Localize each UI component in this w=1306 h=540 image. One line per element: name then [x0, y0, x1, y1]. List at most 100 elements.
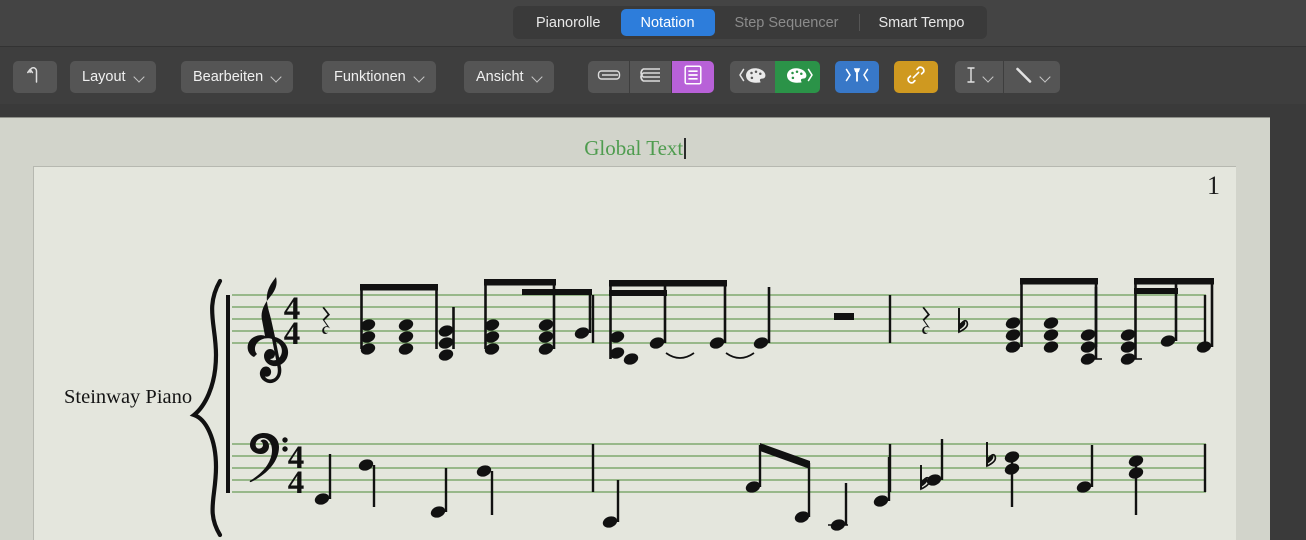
- palette-right-button[interactable]: [775, 61, 820, 93]
- menu-layout[interactable]: Layout: [70, 61, 156, 93]
- beam: [609, 280, 727, 287]
- note: [573, 325, 591, 341]
- bass-staff-lines: [232, 443, 1206, 493]
- note: [752, 335, 770, 351]
- beam: [609, 290, 667, 296]
- editor-tab-group: Pianorolle Notation Step Sequencer Smart…: [513, 6, 988, 39]
- menu-ansicht[interactable]: Ansicht: [464, 61, 554, 93]
- chevron-down-icon: [272, 72, 281, 81]
- note: [872, 493, 890, 509]
- chord: [1042, 315, 1060, 355]
- bass-clef: [249, 433, 288, 483]
- system-barline: [226, 295, 230, 493]
- single-staff-view-icon: [597, 68, 621, 87]
- note: [601, 514, 619, 530]
- chevron-down-icon: [415, 72, 424, 81]
- pencil-line-icon: [1014, 66, 1034, 89]
- svg-text:4: 4: [284, 316, 301, 352]
- quarter-rest: [922, 307, 931, 334]
- menu-ansicht-label: Ansicht: [476, 69, 524, 85]
- editor-tab-bar: Pianorolle Notation Step Sequencer Smart…: [0, 0, 1306, 46]
- chord: [537, 317, 555, 357]
- chord: [1119, 327, 1137, 367]
- solo-focus-button[interactable]: [835, 61, 879, 93]
- show-hide-arrow-button[interactable]: [13, 61, 57, 93]
- half-rest: [834, 313, 854, 320]
- score-canvas[interactable]: Global Text 1 Steinway Piano 4 4 4 4: [0, 117, 1270, 540]
- canvas-right-gutter: [1270, 117, 1306, 540]
- treble-clef: [247, 277, 289, 384]
- notation-rendering[interactable]: 4 4 4 4: [34, 167, 1237, 540]
- note: [475, 463, 493, 479]
- arrow-up-icon: [27, 66, 43, 88]
- flat-accidental: [986, 441, 997, 467]
- bass-measure-1: [313, 454, 494, 520]
- chord: [483, 317, 501, 357]
- link-button[interactable]: [894, 61, 938, 93]
- tab-smart-tempo[interactable]: Smart Tempo: [858, 9, 985, 36]
- note: [357, 457, 375, 473]
- chord: [1079, 327, 1097, 367]
- menu-layout-label: Layout: [82, 69, 126, 85]
- palette-right-icon: [782, 66, 814, 89]
- palette-group: [730, 61, 820, 93]
- page-view-button[interactable]: [672, 61, 714, 93]
- menu-bearbeiten[interactable]: Bearbeiten: [181, 61, 294, 93]
- solo-focus-icon: [842, 65, 872, 89]
- menu-funktionen-label: Funktionen: [334, 69, 406, 85]
- chevron-down-icon: [533, 72, 542, 81]
- beam: [1020, 278, 1098, 285]
- treble-staff-lines: [232, 294, 1206, 344]
- beam: [360, 284, 438, 291]
- beam: [522, 289, 592, 295]
- note: [648, 335, 666, 351]
- text-insertion-caret: [684, 138, 686, 159]
- quarter-rest: [322, 307, 331, 334]
- palette-left-button[interactable]: [730, 61, 775, 93]
- text-tool-button[interactable]: [955, 61, 1004, 93]
- beam: [484, 279, 556, 286]
- pencil-tool-button[interactable]: [1004, 61, 1060, 93]
- note: [429, 504, 447, 520]
- text-cursor-icon: [965, 66, 977, 89]
- multi-staff-view-icon: [639, 66, 662, 89]
- view-mode-segmented-control: [588, 61, 714, 93]
- piano-brace: [189, 278, 223, 538]
- score-page[interactable]: 1 Steinway Piano 4 4 4 4: [33, 166, 1236, 540]
- tab-step-sequencer[interactable]: Step Sequencer: [715, 9, 859, 36]
- note: [1159, 333, 1177, 349]
- chevron-down-icon: [984, 72, 993, 81]
- score-editor-window: Pianorolle Notation Step Sequencer Smart…: [0, 0, 1306, 540]
- global-text-element[interactable]: Global Text: [0, 136, 1270, 161]
- tab-notation[interactable]: Notation: [620, 9, 715, 36]
- note: [313, 491, 331, 507]
- beam: [1134, 288, 1178, 294]
- score-toolbar: Layout Bearbeiten Funktionen Ansicht: [0, 46, 1306, 104]
- chord: [397, 317, 415, 357]
- tab-pianorolle[interactable]: Pianorolle: [516, 9, 621, 36]
- barlines: [591, 295, 1207, 492]
- svg-text:4: 4: [288, 465, 305, 501]
- chevron-down-icon: [135, 72, 144, 81]
- bass-measure-3: [920, 439, 1145, 515]
- single-staff-view-button[interactable]: [588, 61, 630, 93]
- multi-staff-view-button[interactable]: [630, 61, 672, 93]
- chord: [437, 323, 455, 363]
- menu-funktionen[interactable]: Funktionen: [322, 61, 436, 93]
- treble-measure-3: [922, 278, 1214, 367]
- time-signature-treble: 4 4: [284, 291, 301, 352]
- chevron-down-icon: [1041, 72, 1050, 81]
- note: [1195, 339, 1213, 355]
- tie: [725, 352, 755, 359]
- global-text-label: Global Text: [584, 136, 684, 160]
- tool-selector-group: [955, 61, 1060, 93]
- menu-bearbeiten-label: Bearbeiten: [193, 69, 264, 85]
- treble-measure-1: [322, 279, 592, 363]
- beam: [1134, 278, 1214, 285]
- note: [708, 335, 726, 351]
- link-chain-icon: [905, 64, 927, 90]
- treble-measure-2: [608, 280, 854, 367]
- page-view-icon: [684, 64, 702, 90]
- time-signature-bass: 4 4: [288, 440, 305, 501]
- tie: [665, 352, 695, 359]
